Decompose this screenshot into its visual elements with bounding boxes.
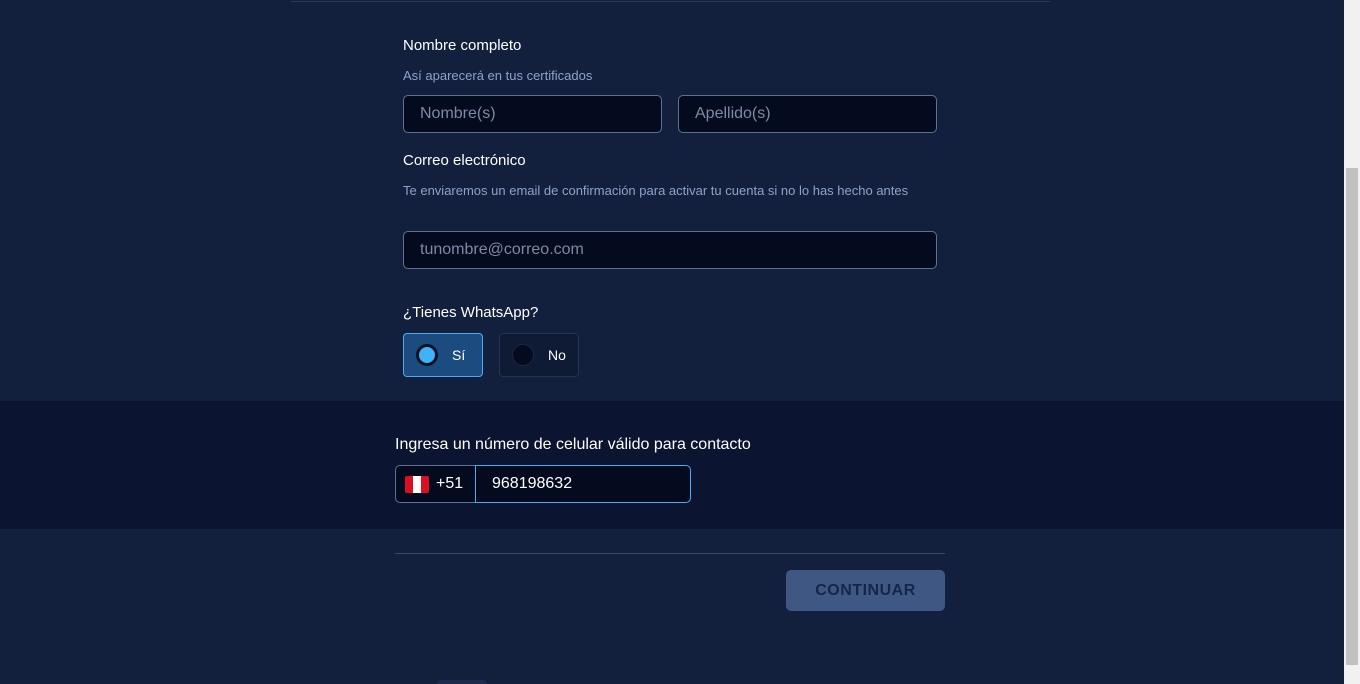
- phone-input[interactable]: 968198632: [475, 465, 691, 503]
- radio-checked-icon: [416, 344, 438, 366]
- vertical-scrollbar[interactable]: [1344, 0, 1360, 684]
- whatsapp-no-option[interactable]: No: [499, 333, 579, 377]
- whatsapp-yes-label: Sí: [452, 347, 466, 363]
- whatsapp-yes-option[interactable]: Sí: [403, 333, 483, 377]
- email-label: Correo electrónico: [403, 152, 526, 169]
- radio-unchecked-icon: [512, 344, 534, 366]
- bottom-edge-element: [437, 680, 487, 684]
- peru-flag-icon: [405, 476, 429, 493]
- last-name-input[interactable]: Apellido(s): [678, 95, 937, 133]
- bottom-divider: [395, 553, 945, 554]
- first-name-input[interactable]: Nombre(s): [403, 95, 662, 133]
- top-divider: [291, 1, 1050, 2]
- full-name-label: Nombre completo: [403, 37, 522, 54]
- whatsapp-no-label: No: [548, 347, 566, 363]
- registration-page: Nombre completo Así aparecerá en tus cer…: [0, 0, 1344, 684]
- email-input[interactable]: tunombre@correo.com: [403, 231, 937, 269]
- whatsapp-label: ¿Tienes WhatsApp?: [403, 304, 539, 321]
- scrollbar-thumb[interactable]: [1346, 168, 1358, 665]
- country-code-select[interactable]: +51: [395, 465, 476, 503]
- continue-button[interactable]: CONTINUAR: [786, 570, 945, 611]
- dial-code: +51: [436, 475, 464, 492]
- full-name-hint: Así aparecerá en tus certificados: [403, 68, 593, 83]
- phone-field-group: +51 968198632: [395, 465, 691, 503]
- phone-label: Ingresa un número de celular válido para…: [395, 436, 751, 453]
- email-hint: Te enviaremos un email de confirmación p…: [403, 183, 909, 198]
